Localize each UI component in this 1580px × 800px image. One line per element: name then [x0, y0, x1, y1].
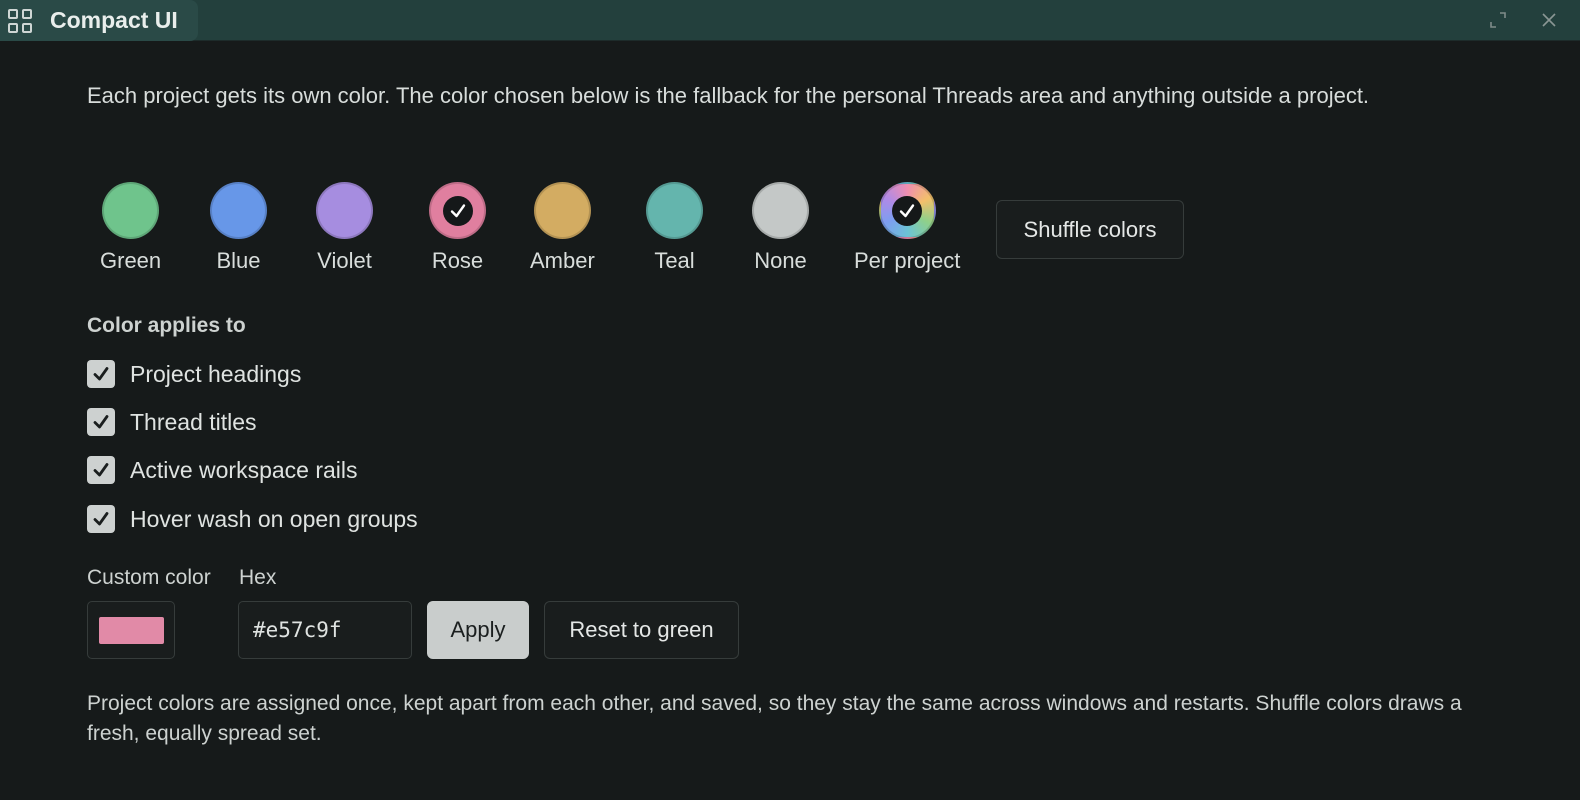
swatch-teal[interactable]: Teal	[646, 182, 703, 274]
checkbox[interactable]	[87, 408, 115, 436]
swatch-rose[interactable]: Rose	[429, 182, 486, 274]
swatch-label: Amber	[530, 248, 595, 273]
checkmark-icon	[93, 512, 109, 526]
checkmark-icon	[93, 463, 109, 477]
window-title: Compact UI	[50, 7, 178, 33]
swatch-per-project[interactable]: Per project	[854, 182, 960, 274]
close-button[interactable]	[1537, 8, 1561, 32]
hex-input[interactable]	[238, 601, 412, 659]
swatch-label: Rose	[431, 248, 484, 273]
checkbox-label: Hover wash on open groups	[130, 505, 418, 532]
swatch-label: Per project	[854, 248, 961, 273]
color-preview	[98, 616, 164, 644]
swatch-label: Teal	[654, 248, 695, 273]
swatch-label: Green	[100, 248, 162, 273]
swatch-green[interactable]: Green	[100, 182, 161, 274]
swatch-label: Violet	[317, 248, 372, 273]
custom-color-picker[interactable]	[87, 601, 175, 659]
apply-button[interactable]: Apply	[427, 601, 529, 659]
swatch-dot	[102, 182, 160, 239]
check-icon	[899, 203, 915, 217]
swatch-amber[interactable]: Amber	[530, 182, 595, 274]
close-icon	[1542, 13, 1556, 27]
swatch-dot	[210, 182, 267, 239]
grid-icon	[8, 8, 32, 33]
intro-text: Each project gets its own color. The col…	[87, 83, 1370, 108]
swatch-dot	[752, 182, 809, 239]
shuffle-colors-button[interactable]: Shuffle colors	[996, 200, 1184, 259]
option-active-workspace-rails[interactable]: Active workspace rails	[87, 455, 358, 485]
expand-button[interactable]	[1486, 8, 1510, 32]
swatch-label: None	[754, 248, 807, 273]
swatch-none[interactable]: None	[752, 182, 809, 274]
footer-note: Project colors are assigned once, kept a…	[87, 692, 1462, 745]
title-bar: Compact UI	[0, 0, 1580, 41]
selected-check	[442, 195, 473, 226]
custom-color-label: Custom color	[87, 566, 211, 589]
option-thread-titles[interactable]: Thread titles	[87, 407, 257, 437]
check-icon	[450, 203, 465, 217]
checkbox[interactable]	[87, 360, 115, 388]
checkbox-label: Active workspace rails	[130, 456, 358, 483]
checkmark-icon	[93, 367, 109, 381]
selected-check	[892, 195, 923, 226]
swatch-dot	[316, 182, 373, 239]
swatch-dot	[533, 182, 591, 239]
checkbox[interactable]	[87, 456, 115, 484]
checkmark-icon	[93, 415, 109, 429]
app-tab[interactable]: Compact UI	[0, 0, 198, 41]
swatch-violet[interactable]: Violet	[316, 182, 373, 274]
swatch-dot	[878, 182, 936, 239]
swatch-blue[interactable]: Blue	[210, 182, 267, 274]
checkbox[interactable]	[87, 505, 115, 533]
applies-heading: Color applies to	[87, 314, 246, 337]
checkbox-label: Project headings	[130, 360, 302, 387]
swatch-dot	[429, 182, 486, 239]
swatch-dot	[646, 182, 703, 239]
reset-button[interactable]: Reset to green	[544, 601, 739, 659]
hex-label: Hex	[239, 566, 277, 589]
option-project-headings[interactable]: Project headings	[87, 359, 301, 389]
option-hover-wash[interactable]: Hover wash on open groups	[87, 504, 418, 534]
expand-icon	[1490, 12, 1506, 28]
swatch-label: Blue	[216, 248, 261, 273]
checkbox-label: Thread titles	[130, 408, 257, 435]
